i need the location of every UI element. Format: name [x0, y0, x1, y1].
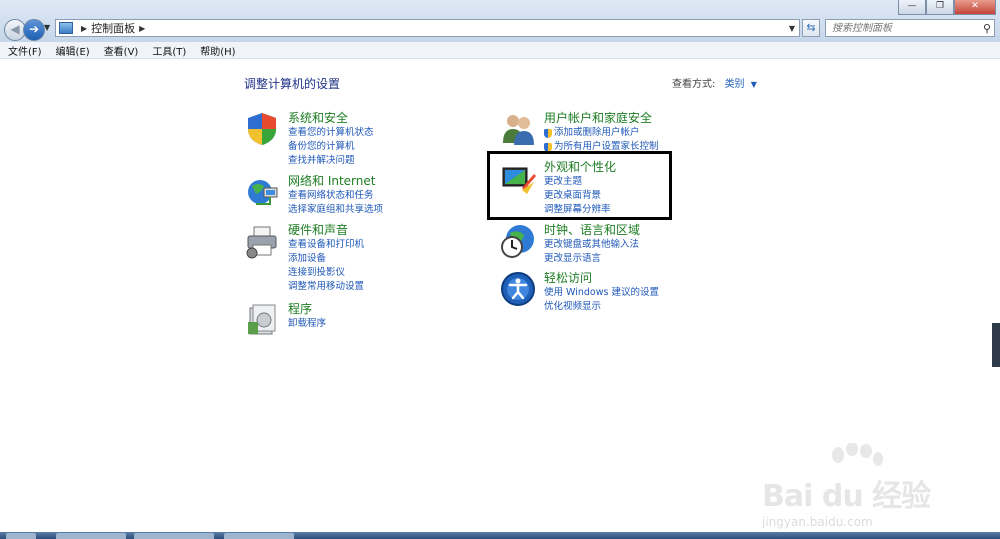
menu-view[interactable]: 查看(V)	[96, 43, 145, 58]
category-title[interactable]: 程序	[288, 302, 326, 316]
annotation-highlight-box	[487, 151, 672, 220]
address-field[interactable]: ▶ 控制面板 ▶ ▼	[55, 19, 800, 37]
taskbar-item[interactable]	[56, 533, 126, 539]
forward-button[interactable]: ➔	[23, 19, 45, 41]
back-arrow-icon: ◀	[10, 22, 20, 36]
category-link[interactable]: 使用 Windows 建议的设置	[544, 286, 659, 300]
category-link[interactable]: 查看网络状态和任务	[288, 189, 383, 203]
view-by-value[interactable]: 类别	[725, 79, 745, 90]
side-gadget-handle[interactable]	[992, 323, 1000, 367]
baidu-watermark: Bai du 经验 jingyan.baidu.com	[762, 443, 952, 531]
window-controls: — ❐ ✕	[898, 0, 996, 15]
category-link[interactable]: 优化视频显示	[544, 300, 659, 314]
clock-globe-icon[interactable]	[500, 223, 536, 259]
menu-tools[interactable]: 工具(T)	[144, 43, 192, 58]
ease-of-access-icon[interactable]	[500, 271, 536, 307]
minimize-button[interactable]: —	[898, 0, 926, 15]
category-link[interactable]: 选择家庭组和共享选项	[288, 203, 383, 217]
category-link[interactable]: 添加设备	[288, 252, 364, 266]
watermark-brand: Bai du 经验	[762, 479, 931, 514]
taskbar-item[interactable]	[224, 533, 294, 539]
category-link[interactable]: 更改键盘或其他输入法	[544, 238, 640, 252]
category-title[interactable]: 时钟、语言和区域	[544, 223, 640, 237]
breadcrumb-separator-icon[interactable]: ▶	[139, 24, 145, 33]
control-panel-icon	[59, 22, 73, 34]
refresh-button[interactable]: ⇆	[802, 19, 820, 37]
category-link[interactable]: 调整常用移动设置	[288, 280, 364, 294]
programs-icon[interactable]	[244, 302, 280, 338]
breadcrumb-control-panel[interactable]: 控制面板	[91, 20, 135, 36]
category-link[interactable]: 查找并解决问题	[288, 154, 374, 168]
menu-bar: 文件(F) 编辑(E) 查看(V) 工具(T) 帮助(H)	[0, 42, 1000, 59]
control-panel-content: 调整计算机的设置 查看方式: 类别 ▼ 系统和安全 查看您的计算机状态 备份您的…	[0, 59, 1000, 532]
search-field[interactable]: ⚲	[825, 19, 995, 37]
category-link[interactable]: 更改显示语言	[544, 252, 640, 266]
category-title[interactable]: 网络和 Internet	[288, 174, 383, 188]
category-link[interactable]: 添加或删除用户帐户	[544, 126, 659, 140]
search-icon[interactable]: ⚲	[983, 22, 991, 35]
recent-pages-dropdown[interactable]: ▼	[44, 23, 50, 32]
printer-icon[interactable]	[244, 223, 280, 259]
search-input[interactable]	[830, 21, 974, 35]
menu-help[interactable]: 帮助(H)	[192, 43, 241, 58]
chevron-down-icon[interactable]: ▼	[751, 80, 757, 89]
category-title[interactable]: 轻松访问	[544, 271, 659, 285]
breadcrumb-separator-icon[interactable]: ▶	[81, 24, 87, 33]
category-title[interactable]: 用户帐户和家庭安全	[544, 111, 659, 125]
forward-arrow-icon: ➔	[28, 22, 40, 36]
category-link[interactable]: 查看您的计算机状态	[288, 126, 374, 140]
start-button[interactable]	[6, 533, 36, 539]
address-dropdown-icon[interactable]: ▼	[789, 24, 795, 33]
category-link-label: 添加或删除用户帐户	[554, 127, 640, 138]
close-button[interactable]: ✕	[954, 0, 996, 15]
menu-file[interactable]: 文件(F)	[0, 43, 48, 58]
menu-edit[interactable]: 编辑(E)	[48, 43, 96, 58]
category-link[interactable]: 连接到投影仪	[288, 266, 364, 280]
category-link[interactable]: 查看设备和打印机	[288, 238, 364, 252]
watermark-url: jingyan.baidu.com	[762, 515, 873, 529]
address-toolbar: — ❐ ✕ ◀ ➔ ▼ ▶ 控制面板 ▶ ▼ ⇆ ⚲	[0, 0, 1000, 42]
maximize-button[interactable]: ❐	[926, 0, 954, 15]
page-title: 调整计算机的设置	[244, 77, 341, 91]
category-title[interactable]: 系统和安全	[288, 111, 374, 125]
view-by-selector: 查看方式: 类别 ▼	[672, 75, 757, 90]
category-link[interactable]: 卸载程序	[288, 317, 326, 331]
taskbar-item[interactable]	[134, 533, 214, 539]
users-icon[interactable]	[500, 111, 536, 147]
view-by-label: 查看方式:	[672, 79, 716, 90]
network-icon[interactable]	[244, 174, 280, 210]
taskbar	[0, 532, 1000, 539]
refresh-icon: ⇆	[806, 21, 816, 34]
category-title[interactable]: 硬件和声音	[288, 223, 364, 237]
uac-shield-icon	[544, 128, 552, 138]
shield-icon[interactable]	[244, 111, 280, 147]
category-link[interactable]: 备份您的计算机	[288, 140, 374, 154]
